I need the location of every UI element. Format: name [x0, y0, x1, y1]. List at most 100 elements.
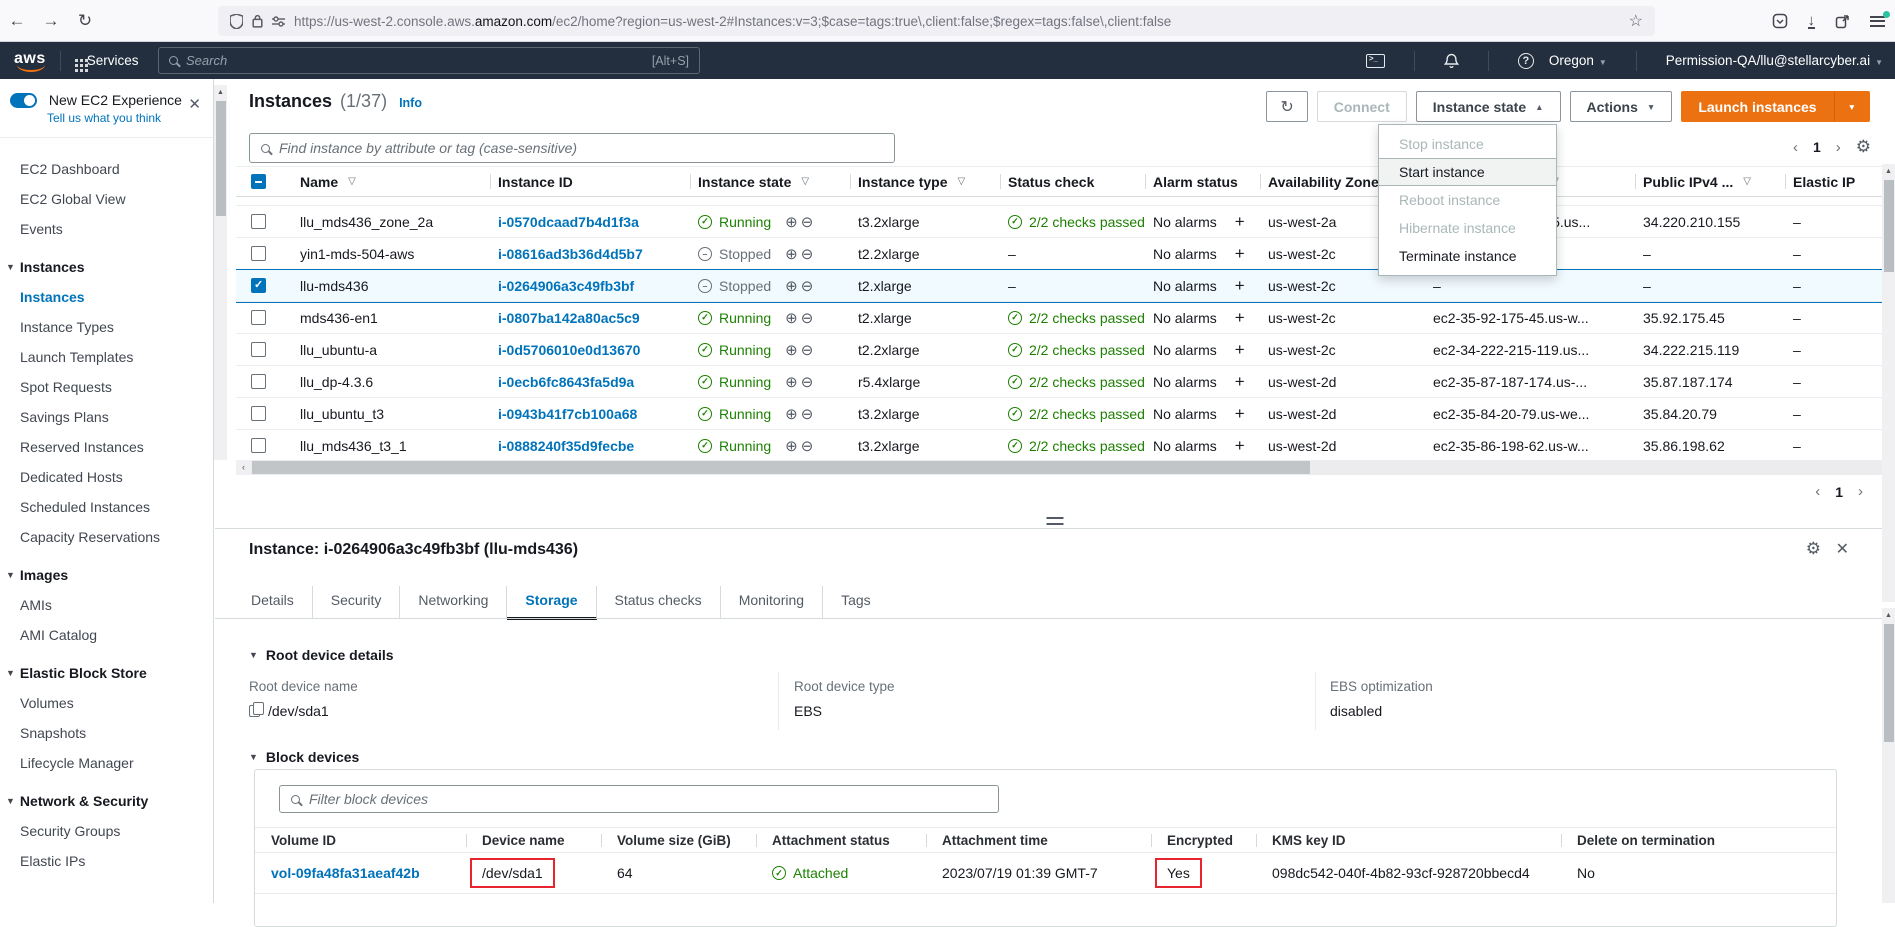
launch-instances-button[interactable]: Launch instances [1681, 91, 1833, 122]
instance-row-llu-ubuntu-a[interactable]: llu_ubuntu-ai-0d5706010e0d13670✓Running⊕… [236, 334, 1895, 366]
sidebar-item-ec2-global-view[interactable]: EC2 Global View [0, 184, 213, 214]
column-header-elastic-ip[interactable]: Elastic IP [1785, 167, 1895, 196]
sidebar-item-dedicated-hosts[interactable]: Dedicated Hosts [0, 462, 213, 492]
sort-icon[interactable]: ▽ [957, 176, 965, 187]
scrollbar-thumb[interactable] [1884, 180, 1894, 272]
help-icon[interactable]: ? [1518, 53, 1534, 69]
block-column-kms-key-id[interactable]: KMS key ID [1256, 833, 1561, 848]
zoom-out-icon[interactable]: ⊖ [801, 277, 814, 295]
zoom-out-icon[interactable]: ⊖ [801, 341, 814, 359]
root-device-section-header[interactable]: ▼ Root device details [249, 647, 394, 663]
add-alarm-icon[interactable]: + [1235, 340, 1245, 360]
sidebar-item-instance-types[interactable]: Instance Types [0, 312, 213, 342]
sidebar-item-savings-plans[interactable]: Savings Plans [0, 402, 213, 432]
add-alarm-icon[interactable]: + [1235, 276, 1245, 296]
zoom-in-icon[interactable]: ⊕ [785, 277, 798, 295]
zoom-out-icon[interactable]: ⊖ [801, 373, 814, 391]
detail-settings-gear-icon[interactable]: ⚙ [1806, 539, 1821, 559]
shield-icon[interactable] [230, 14, 243, 29]
actions-button[interactable]: Actions▼ [1570, 91, 1673, 122]
instance-id-link[interactable]: i-0807ba142a80ac5c9 [498, 310, 640, 326]
column-header-instance-type[interactable]: Instance type▽ [850, 167, 1000, 196]
page-number[interactable]: 1 [1813, 139, 1821, 155]
instance-row-llu-mds436-zone-2a[interactable]: llu_mds436_zone_2ai-0570dcaad7b4d1f3a✓Ru… [236, 206, 1895, 238]
launch-instances-caret-button[interactable]: ▼ [1834, 91, 1870, 122]
row-checkbox[interactable] [251, 406, 266, 421]
downloads-icon[interactable]: ↓ [1808, 14, 1816, 29]
instance-row-llu-dp-4-3-6[interactable]: llu_dp-4.3.6i-0ecb6fc8643fa5d9a✓Running⊕… [236, 366, 1895, 398]
tab-networking[interactable]: Networking [400, 586, 507, 620]
account-sync-icon[interactable] [1835, 14, 1850, 29]
aws-search-input[interactable] [186, 53, 644, 68]
url-text[interactable]: https://us-west-2.console.aws.amazon.com… [294, 14, 1171, 29]
zoom-out-icon[interactable]: ⊖ [801, 405, 814, 423]
block-column-device-name[interactable]: Device name [466, 833, 601, 848]
sort-icon[interactable]: ▽ [348, 176, 356, 187]
scrollbar-thumb[interactable] [1884, 624, 1894, 742]
zoom-out-icon[interactable]: ⊖ [801, 437, 814, 455]
detail-close-icon[interactable]: ✕ [1836, 539, 1849, 559]
sidebar-section-elastic-block-store[interactable]: ▼Elastic Block Store [0, 650, 213, 688]
scroll-up-icon[interactable]: ▲ [1882, 608, 1895, 623]
horizontal-scrollbar[interactable]: ‹ [236, 460, 1889, 475]
sidebar-item-ec2-dashboard[interactable]: EC2 Dashboard [0, 154, 213, 184]
instance-state-button[interactable]: Instance state▲ [1416, 91, 1561, 122]
tab-security[interactable]: Security [313, 586, 401, 620]
aws-logo[interactable]: aws [14, 50, 46, 72]
block-column-attachment-status[interactable]: Attachment status [756, 833, 926, 848]
tab-status-checks[interactable]: Status checks [597, 586, 721, 620]
protections-icon[interactable] [1772, 13, 1788, 29]
instance-id-link[interactable]: i-0943b41f7cb100a68 [498, 406, 637, 422]
sidebar-section-instances[interactable]: ▼Instances [0, 244, 213, 282]
page-prev-icon[interactable]: ‹ [1793, 139, 1798, 156]
sidebar-item-ami-catalog[interactable]: AMI Catalog [0, 620, 213, 650]
sidebar-scrollbar[interactable]: ▲ [214, 85, 227, 460]
sidebar-section-images[interactable]: ▼Images [0, 552, 213, 590]
row-checkbox[interactable] [251, 374, 266, 389]
volume-id-link[interactable]: vol-09fa48fa31aeaf42b [271, 865, 420, 881]
new-experience-toggle[interactable] [10, 93, 37, 108]
sidebar-section-network-security[interactable]: ▼Network & Security [0, 778, 213, 816]
sidebar-item-volumes[interactable]: Volumes [0, 688, 213, 718]
zoom-out-icon[interactable]: ⊖ [801, 245, 814, 263]
row-checkbox[interactable] [251, 214, 266, 229]
zoom-out-icon[interactable]: ⊖ [801, 309, 814, 327]
zoom-in-icon[interactable]: ⊕ [785, 213, 798, 231]
instance-id-link[interactable]: i-0ecb6fc8643fa5d9a [498, 374, 634, 390]
scrollbar-thumb[interactable] [216, 101, 226, 216]
scrollbar-thumb[interactable] [252, 461, 1310, 474]
instance-row-llu-mds436-t3-1[interactable]: llu_mds436_t3_1i-0888240f35d9fecbe✓Runni… [236, 430, 1895, 462]
instance-row-mds436-en1[interactable]: mds436-en1i-0807ba142a80ac5c9✓Running⊕⊖t… [236, 302, 1895, 334]
block-column-volume-id[interactable]: Volume ID [255, 833, 466, 848]
aws-search-box[interactable]: [Alt+S] [158, 47, 700, 74]
page-prev-icon[interactable]: ‹ [1815, 483, 1820, 500]
row-checkbox[interactable] [251, 310, 266, 325]
sidebar-item-lifecycle-manager[interactable]: Lifecycle Manager [0, 748, 213, 778]
block-devices-filter-input[interactable] [309, 791, 987, 807]
permissions-icon[interactable] [272, 16, 285, 27]
notifications-bell-icon[interactable] [1444, 53, 1459, 69]
block-column-encrypted[interactable]: Encrypted [1151, 833, 1256, 848]
tab-tags[interactable]: Tags [823, 586, 889, 620]
scroll-up-icon[interactable]: ▲ [214, 85, 227, 100]
reload-icon[interactable]: ↻ [68, 11, 102, 31]
add-alarm-icon[interactable]: + [1235, 404, 1245, 424]
services-menu[interactable]: Services [75, 53, 139, 68]
sidebar-item-reserved-instances[interactable]: Reserved Instances [0, 432, 213, 462]
region-selector[interactable]: Oregon▼ [1549, 53, 1607, 68]
instance-id-link[interactable]: i-0d5706010e0d13670 [498, 342, 640, 358]
block-devices-filter-box[interactable] [279, 785, 999, 813]
account-menu[interactable]: Permission-QA/llu@stellarcyber.ai▼ [1666, 53, 1883, 68]
sort-icon[interactable]: ▽ [801, 176, 809, 187]
column-header-status-check[interactable]: Status check [1000, 167, 1145, 196]
zoom-in-icon[interactable]: ⊕ [785, 341, 798, 359]
sidebar-item-security-groups[interactable]: Security Groups [0, 816, 213, 846]
tab-monitoring[interactable]: Monitoring [721, 586, 823, 620]
lock-icon[interactable] [252, 14, 263, 28]
block-column-delete-on-termination[interactable]: Delete on termination [1561, 833, 1836, 848]
sidebar-item-snapshots[interactable]: Snapshots [0, 718, 213, 748]
menu-icon[interactable] [1870, 16, 1885, 27]
menu-item-start-instance[interactable]: Start instance [1379, 158, 1556, 186]
feedback-link[interactable]: Tell us what you think [47, 111, 203, 125]
sort-icon[interactable]: ▽ [1743, 176, 1751, 187]
